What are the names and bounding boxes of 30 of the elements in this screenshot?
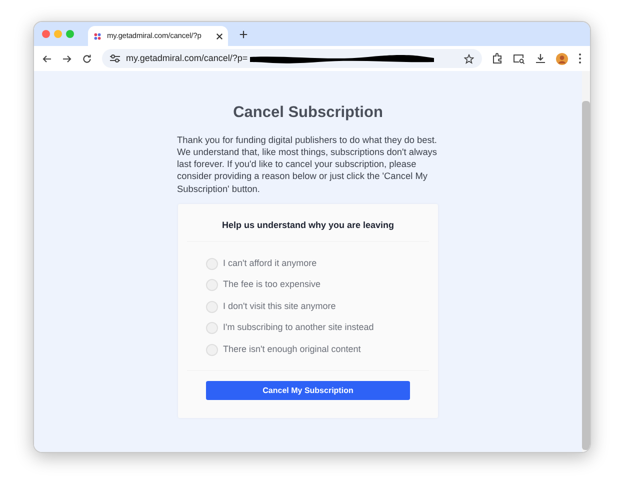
menu-icon[interactable] (578, 53, 582, 64)
intro-paragraph: Thank you for funding digital publishers to do what they do best. We understand that, like most things, subscriptions don't always last forever. If you'd like to cancel your subscription, please consider providing a reason below or just click the 'Cancel My Subscription' button. (177, 134, 438, 196)
reason-label[interactable]: I can't afford it anymore (223, 256, 317, 270)
bookmark-star-icon[interactable] (464, 54, 474, 64)
radio-button[interactable] (206, 279, 218, 292)
reason-label[interactable]: There isn't enough original content (223, 342, 361, 356)
radio-button[interactable] (206, 344, 218, 356)
reason-label[interactable]: I don't visit this site anymore (223, 300, 336, 314)
reload-icon[interactable] (82, 54, 92, 64)
radio-button[interactable] (206, 322, 218, 334)
page-title: Cancel Subscription (233, 104, 383, 123)
close-tab-icon[interactable] (216, 32, 223, 40)
url-text: my.getadmiral.com/cancel/?p= (126, 52, 248, 65)
radio-button[interactable] (206, 300, 218, 313)
forward-icon[interactable] (62, 54, 72, 64)
media-search-icon[interactable] (513, 54, 525, 64)
back-icon[interactable] (42, 54, 52, 64)
address-bar[interactable]: my.getadmiral.com/cancel/?p= (102, 49, 482, 68)
download-icon[interactable] (535, 53, 546, 64)
reason-label[interactable]: The fee is too expensive (223, 278, 321, 292)
new-tab-icon[interactable] (239, 30, 248, 38)
scrollbar-thumb[interactable] (582, 101, 590, 450)
cancel-subscription-button[interactable]: Cancel My Subscription (206, 381, 410, 400)
extensions-icon[interactable] (492, 53, 503, 64)
reason-label[interactable]: I'm subscribing to another site instead (223, 321, 374, 335)
radio-button[interactable] (206, 258, 218, 270)
site-favicon-icon (93, 32, 102, 40)
form-heading: Help us understand why you are leaving (220, 220, 396, 231)
site-settings-icon[interactable] (110, 54, 120, 63)
profile-avatar-icon[interactable] (556, 52, 568, 64)
